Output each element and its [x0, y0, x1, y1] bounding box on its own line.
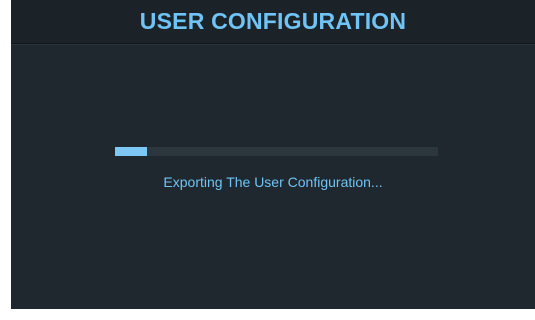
progress-bar: [115, 147, 438, 156]
status-text: Exporting The User Configuration...: [163, 174, 383, 190]
export-dialog: USER CONFIGURATION Exporting The User Co…: [11, 0, 535, 309]
header-bar: USER CONFIGURATION: [11, 0, 535, 44]
page-title: USER CONFIGURATION: [139, 8, 407, 34]
progress-bar-fill: [115, 147, 148, 156]
